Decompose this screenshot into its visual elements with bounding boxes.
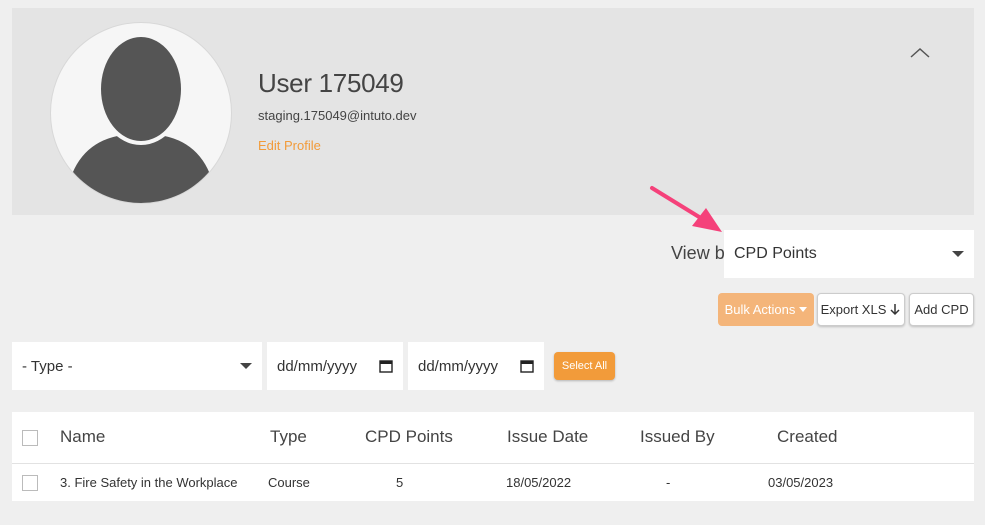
caret-down-icon [240,363,252,369]
type-filter-value: - Type - [22,357,73,375]
header-name[interactable]: Name [60,427,105,447]
date-from-input[interactable]: dd/mm/yyyy [267,342,403,390]
header-issue-date[interactable]: Issue Date [507,427,588,447]
collapse-chevron-up-icon[interactable] [908,44,932,62]
annotation-arrow-icon [650,186,722,232]
user-silhouette-icon [69,37,213,203]
arrow-down-icon [890,304,900,316]
user-name: User 175049 [258,68,404,98]
date-from-placeholder: dd/mm/yyyy [277,357,358,375]
bulk-actions-button[interactable]: Bulk Actions [718,293,814,326]
calendar-icon[interactable] [379,359,393,373]
table-header-row: Name Type CPD Points Issue Date Issued B… [12,412,974,464]
type-filter-select[interactable]: - Type - [12,342,262,390]
header-created[interactable]: Created [777,427,837,447]
user-email: staging.175049@intuto.dev [258,108,417,123]
cell-issued-by: - [666,475,671,490]
profile-header: User 175049 staging.175049@intuto.dev Ed… [12,8,974,215]
header-issued-by[interactable]: Issued By [640,427,715,447]
cell-issue-date: 18/05/2022 [506,475,572,490]
select-all-button[interactable]: Select All [554,352,615,380]
bulk-actions-label: Bulk Actions [724,302,796,317]
cell-cpd-points: 5 [396,475,404,490]
view-by-selected-value: CPD Points [734,245,817,262]
caret-down-icon [952,251,964,257]
cpd-table: Name Type CPD Points Issue Date Issued B… [12,412,974,501]
header-type[interactable]: Type [270,427,307,447]
cell-created: 03/05/2023 [768,475,834,490]
cell-type: Course [268,475,310,490]
date-to-input[interactable]: dd/mm/yyyy [408,342,544,390]
cell-name[interactable]: 3. Fire Safety in the Workplace [60,475,238,490]
caret-down-icon [799,307,808,312]
export-xls-button[interactable]: Export XLS [817,293,905,326]
header-cpd-points[interactable]: CPD Points [365,427,453,447]
select-all-checkbox[interactable] [22,430,38,446]
export-xls-label: Export XLS [820,302,887,317]
avatar [50,22,232,204]
edit-profile-link[interactable]: Edit Profile [258,138,321,153]
add-cpd-button[interactable]: Add CPD [909,293,974,326]
date-to-placeholder: dd/mm/yyyy [418,357,499,375]
row-checkbox[interactable] [22,475,38,491]
view-by-select[interactable]: CPD Points [724,230,974,278]
table-row: 3. Fire Safety in the Workplace Course 5… [12,464,974,501]
calendar-icon[interactable] [520,359,534,373]
